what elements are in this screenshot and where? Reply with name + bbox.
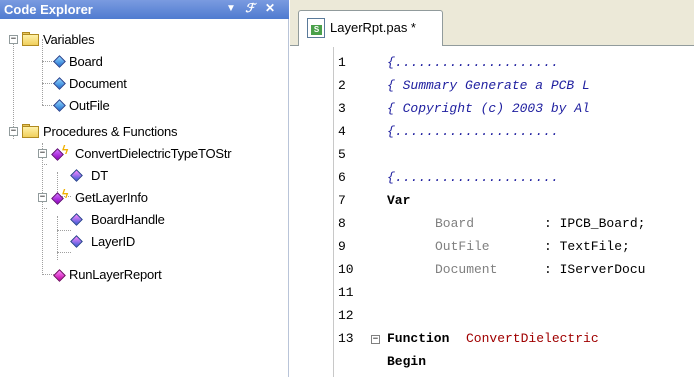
tree-node-label: GetLayerInfo: [75, 190, 148, 205]
code-keyword-begin: Begin: [387, 354, 427, 369]
tree-node-label: Board: [69, 54, 103, 69]
pin-icon[interactable]: ℱ: [243, 1, 257, 17]
collapse-toggle[interactable]: −: [38, 193, 47, 202]
tree-node-label: OutFile: [69, 98, 110, 113]
line-number: 7: [338, 193, 346, 208]
code-editor[interactable]: 1 2 3 4 5 6 7 8 9 10 11 12 13 {.........…: [290, 47, 694, 377]
code-tree: − Variables Board Document OutFile − Pro…: [0, 19, 289, 377]
line-number: 12: [338, 308, 354, 323]
code-identifier: Board: [435, 216, 506, 231]
line-number: 5: [338, 147, 346, 162]
tree-node-label: BoardHandle: [91, 212, 165, 227]
collapse-toggle[interactable]: −: [38, 149, 47, 158]
line-number: 4: [338, 124, 346, 139]
folder-icon: [22, 124, 40, 138]
code-type: : IServerDocu: [544, 262, 646, 277]
function-bolt-icon: ϟ: [62, 143, 69, 157]
variable-icon: [53, 99, 66, 112]
tree-node-label: DT: [91, 168, 108, 183]
variable-icon: [53, 77, 66, 90]
line-number: 10: [338, 262, 354, 277]
pascal-file-icon: S: [307, 18, 325, 38]
procedure-icon: [53, 269, 66, 282]
tree-node-label: LayerID: [91, 234, 136, 249]
line-number: 8: [338, 216, 346, 231]
line-number: 13: [338, 331, 354, 346]
collapse-toggle[interactable]: −: [9, 127, 18, 136]
close-icon[interactable]: ✕: [263, 1, 277, 17]
editor-gutter: [290, 47, 334, 377]
line-number: 2: [338, 78, 346, 93]
collapse-toggle[interactable]: −: [9, 35, 18, 44]
line-number: 11: [338, 285, 354, 300]
line-number: 9: [338, 239, 346, 254]
tree-node-label: ConvertDielectricTypeTOStr: [75, 146, 232, 161]
fold-toggle[interactable]: −: [371, 335, 380, 344]
tab-label: LayerRpt.pas *: [330, 20, 416, 35]
document-tab-strip: S LayerRpt.pas *: [290, 0, 694, 46]
tree-node-label: Procedures & Functions: [43, 124, 178, 139]
variable-icon: [53, 55, 66, 68]
line-number: 3: [338, 101, 346, 116]
parameter-icon: [70, 213, 83, 226]
code-function-name: ConvertDielectric: [466, 331, 599, 346]
panel-title: Code Explorer: [4, 2, 93, 17]
folder-icon: [22, 32, 40, 46]
parameter-icon: [70, 169, 83, 182]
code-keyword-function: Function: [387, 331, 450, 346]
code-explorer-panel: Code Explorer ▼ ℱ ✕ − Variables Board Do…: [0, 0, 289, 377]
parameter-icon: [70, 235, 83, 248]
code-identifier: OutFile: [435, 239, 506, 254]
code-line-2: { Summary Generate a PCB L: [387, 78, 590, 93]
tree-node-label: Document: [69, 76, 127, 91]
line-number: 6: [338, 170, 346, 185]
panel-header: Code Explorer ▼ ℱ ✕: [0, 0, 289, 19]
code-line-4: {.....................: [387, 124, 559, 139]
tree-node-label: Variables: [43, 32, 95, 47]
chevron-down-icon[interactable]: ▼: [224, 3, 238, 19]
tree-node-label: RunLayerReport: [69, 267, 162, 282]
code-line-6: {.....................: [387, 170, 559, 185]
tab-layerrpt[interactable]: S LayerRpt.pas *: [298, 10, 443, 46]
code-type: : IPCB_Board;: [544, 216, 646, 231]
function-bolt-icon: ϟ: [62, 187, 69, 201]
line-number: 1: [338, 55, 346, 70]
code-line-7: Var: [387, 193, 411, 208]
code-line-3: { Copyright (c) 2003 by Al: [387, 101, 590, 116]
code-identifier: Document: [435, 262, 506, 277]
code-line-1: {.....................: [387, 55, 559, 70]
code-type: : TextFile;: [544, 239, 630, 254]
